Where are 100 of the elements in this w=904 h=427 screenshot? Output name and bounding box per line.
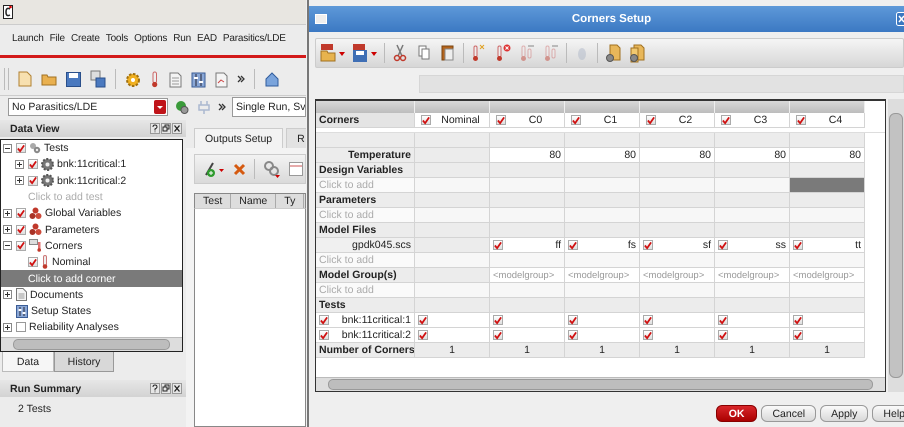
- tree-item[interactable]: Documents: [1, 286, 182, 303]
- horizontal-scrollbar[interactable]: [1, 337, 182, 351]
- thermometer-icon[interactable]: [494, 43, 512, 63]
- tree-item[interactable]: Nominal: [1, 254, 182, 270]
- tree-item[interactable]: Click to add corner: [1, 270, 182, 287]
- checkbox[interactable]: [16, 208, 26, 218]
- run-mode-field[interactable]: Single Run, Sv: [232, 97, 306, 117]
- sliders-icon[interactable]: [191, 70, 206, 88]
- open-file-button[interactable]: [320, 43, 346, 63]
- checkbox[interactable]: [496, 115, 506, 125]
- checkbox[interactable]: [568, 240, 578, 250]
- checkbox[interactable]: [319, 315, 329, 325]
- help-icon[interactable]: [150, 383, 160, 394]
- menu-item[interactable]: Parasitics/LDE: [222, 33, 286, 44]
- column-header[interactable]: C3: [715, 113, 790, 128]
- report-icon[interactable]: [215, 70, 228, 88]
- run-gear-icon[interactable]: [174, 99, 190, 115]
- menu-item[interactable]: Launch: [12, 33, 44, 44]
- table-cell[interactable]: 80: [565, 148, 640, 163]
- dialog-button[interactable]: Cancel: [761, 405, 816, 422]
- expand-toggle[interactable]: [3, 290, 12, 300]
- table-cell[interactable]: [415, 253, 490, 268]
- table-cell[interactable]: [790, 208, 865, 223]
- save-file-button[interactable]: [352, 43, 378, 63]
- expand-toggle[interactable]: [3, 208, 12, 218]
- table-cell[interactable]: [715, 178, 790, 193]
- checkbox[interactable]: [28, 257, 38, 268]
- checkbox[interactable]: [793, 240, 803, 250]
- new-file-icon[interactable]: [18, 71, 32, 87]
- menu-item[interactable]: Tools: [106, 33, 128, 44]
- ok-button[interactable]: OK: [716, 405, 758, 422]
- checkbox[interactable]: [718, 240, 728, 250]
- menu-item[interactable]: Create: [70, 33, 100, 44]
- tree-item[interactable]: bnk:11critical:1: [1, 156, 182, 173]
- table-cell[interactable]: [640, 178, 715, 193]
- checkbox[interactable]: [718, 315, 728, 325]
- table-cell[interactable]: [565, 208, 640, 223]
- checkbox[interactable]: [16, 224, 26, 235]
- checkbox[interactable]: [28, 176, 38, 186]
- table-cell[interactable]: 80: [790, 148, 865, 163]
- tab[interactable]: History: [54, 352, 114, 372]
- menu-item[interactable]: Run: [173, 33, 191, 44]
- checkbox[interactable]: [568, 315, 578, 325]
- column-header[interactable]: C2: [640, 113, 715, 128]
- checkbox[interactable]: [721, 115, 731, 125]
- checkbox[interactable]: [16, 143, 26, 154]
- collapse-toggle[interactable]: [3, 241, 12, 250]
- expand-toggle[interactable]: [3, 322, 12, 332]
- checkbox[interactable]: [493, 315, 503, 325]
- chevron-icon[interactable]: [218, 103, 226, 111]
- tree-item[interactable]: Parameters: [1, 221, 182, 238]
- table-cell[interactable]: [415, 283, 490, 298]
- checkbox[interactable]: [418, 315, 428, 325]
- checkbox[interactable]: [493, 240, 503, 250]
- parasitics-dropdown[interactable]: No Parasitics/LDE: [8, 98, 168, 116]
- menu-item[interactable]: EAD: [196, 33, 217, 44]
- checkbox[interactable]: [643, 315, 653, 325]
- column-header[interactable]: C4: [790, 113, 865, 128]
- float-icon[interactable]: [161, 383, 171, 394]
- save-as-icon[interactable]: [90, 70, 106, 88]
- tree-item[interactable]: Tests: [1, 140, 182, 156]
- table-cell[interactable]: [640, 283, 715, 298]
- section-value[interactable]: tt: [855, 239, 861, 251]
- checkbox[interactable]: [421, 115, 431, 125]
- gear-document-icon[interactable]: [604, 43, 622, 63]
- edit-field[interactable]: [419, 75, 904, 93]
- delete-icon[interactable]: [233, 162, 246, 176]
- tree-item[interactable]: Setup States: [1, 302, 182, 320]
- menu-item[interactable]: Options: [134, 33, 168, 44]
- column-header[interactable]: C0: [490, 113, 565, 128]
- tab[interactable]: Outputs Setup: [194, 128, 284, 148]
- checkbox[interactable]: [418, 330, 428, 340]
- table-cell[interactable]: 80: [715, 148, 790, 163]
- expand-toggle[interactable]: [15, 176, 24, 186]
- gear-icon[interactable]: [125, 71, 141, 87]
- table-cell[interactable]: [415, 178, 490, 193]
- section-value[interactable]: sf: [702, 239, 711, 251]
- checkbox[interactable]: [28, 159, 38, 170]
- section-value[interactable]: ss: [776, 239, 786, 251]
- table-cell[interactable]: [715, 253, 790, 268]
- home-icon[interactable]: [264, 71, 280, 87]
- checkbox[interactable]: [646, 115, 656, 125]
- chevron-icon[interactable]: [237, 75, 245, 83]
- checkbox[interactable]: [718, 330, 728, 340]
- scissors-icon[interactable]: [391, 43, 409, 63]
- table-cell[interactable]: [565, 253, 640, 268]
- document-icon[interactable]: [169, 70, 182, 88]
- table-cell[interactable]: 80: [490, 148, 565, 163]
- column-header[interactable]: C1: [565, 113, 640, 128]
- table-cell[interactable]: [790, 283, 865, 298]
- section-value[interactable]: ff: [555, 239, 561, 251]
- column-header[interactable]: Nominal: [415, 113, 490, 128]
- section-value[interactable]: fs: [628, 239, 636, 251]
- table-cell[interactable]: [790, 178, 865, 193]
- save-icon[interactable]: [66, 72, 81, 86]
- checkbox[interactable]: [568, 330, 578, 340]
- gear-document-icon[interactable]: [628, 43, 646, 63]
- float-icon[interactable]: [161, 123, 171, 134]
- tree-item[interactable]: bnk:11critical:2: [1, 172, 182, 189]
- checkbox[interactable]: [319, 330, 329, 340]
